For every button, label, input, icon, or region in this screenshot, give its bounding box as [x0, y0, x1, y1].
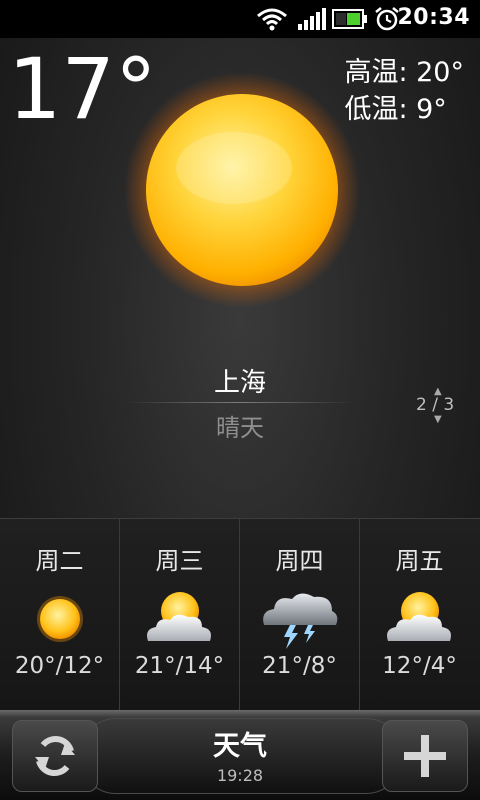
status-time: 20:34 — [397, 5, 470, 30]
divider — [125, 402, 355, 403]
alarm-icon — [375, 7, 399, 31]
status-bar: 20:34 — [0, 0, 480, 38]
day-temps: 21°/8° — [262, 653, 337, 679]
weather-condition: 晴天 — [216, 414, 264, 442]
partly-cloudy-icon — [147, 592, 211, 641]
app-title: 天气 — [213, 731, 267, 762]
forecast-day[interactable]: 周二 20°/12° — [0, 519, 120, 711]
city-name: 上海 — [213, 368, 266, 398]
chevron-down-icon[interactable]: ▼ — [434, 414, 442, 425]
thunderstorm-icon — [263, 593, 338, 649]
day-name: 周四 — [275, 547, 324, 575]
forecast-day[interactable]: 周四 21°/8° — [240, 519, 360, 711]
high-low-block: 高温: 20° 低温: 9° — [344, 54, 464, 128]
high-temperature: 高温: 20° — [344, 57, 464, 88]
weather-screen: 20:34 17° 高温: 20° 低温: 9° 上海 晴天 ▲ 2 / 3 ▼… — [0, 0, 480, 800]
day-temps: 20°/12° — [14, 653, 105, 679]
day-name: 周二 — [35, 547, 84, 575]
wifi-icon — [257, 8, 287, 31]
low-temperature: 低温: 9° — [344, 94, 447, 125]
battery-icon — [332, 9, 367, 29]
updated-time: 19:28 — [216, 766, 264, 785]
day-temps: 12°/4° — [382, 653, 457, 679]
day-name: 周五 — [395, 547, 444, 575]
page-indicator: 2 / 3 — [416, 395, 455, 415]
forecast-day[interactable]: 周三 21°/14° — [120, 519, 240, 711]
partly-cloudy-icon — [387, 592, 451, 641]
signal-icon — [298, 8, 326, 30]
day-temps: 21°/14° — [134, 653, 225, 679]
forecast-row: 周二 20°/12° 周三 21°/14° 周四 21°/8° 周五 12°/4… — [0, 518, 480, 711]
sunny-icon — [37, 596, 83, 642]
forecast-day[interactable]: 周五 12°/4° — [360, 519, 479, 711]
sun-icon — [122, 70, 362, 310]
city-pager[interactable]: ▲ 2 / 3 ▼ — [414, 386, 468, 426]
day-name: 周三 — [155, 547, 204, 575]
